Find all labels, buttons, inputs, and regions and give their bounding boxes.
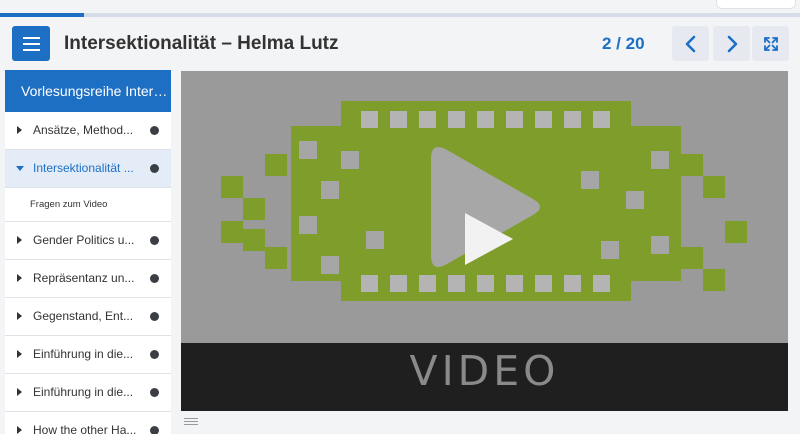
sidebar-item-label: Gender Politics u... xyxy=(33,233,135,247)
sidebar-item-label: Intersektionalität ... xyxy=(33,161,134,175)
sidebar-subitem[interactable]: Fragen zum Video xyxy=(5,188,171,222)
sidebar-heading[interactable]: Vorlesungsreihe Interdi... xyxy=(5,70,171,112)
video-caption: VIDEO xyxy=(409,347,560,395)
fullscreen-button[interactable] xyxy=(752,26,789,61)
caret-right-icon xyxy=(17,426,22,434)
sidebar-item-label: How the other Ha... xyxy=(33,423,137,434)
page-title: Intersektionalität – Helma Lutz xyxy=(64,33,339,54)
top-tab[interactable] xyxy=(716,0,796,9)
status-dot xyxy=(150,164,159,173)
caret-right-icon xyxy=(17,274,22,282)
caret-right-icon xyxy=(17,312,22,320)
sidebar-item[interactable]: Einführung in die... xyxy=(5,336,171,374)
sidebar-item-label: Einführung in die... xyxy=(33,347,134,361)
sidebar-item[interactable]: Einführung in die... xyxy=(5,374,171,412)
caret-right-icon xyxy=(17,126,22,134)
sidebar: Vorlesungsreihe Interdi... Ansätze, Meth… xyxy=(5,70,171,434)
status-dot xyxy=(150,350,159,359)
caret-right-icon xyxy=(17,388,22,396)
sidebar-item[interactable]: Repräsentanz un... xyxy=(5,260,171,298)
fullscreen-expand-icon xyxy=(763,36,778,51)
caret-right-icon xyxy=(17,350,22,358)
chevron-right-icon xyxy=(727,35,737,52)
video-player[interactable]: VIDEO xyxy=(181,71,788,411)
slide-counter: 2 / 20 xyxy=(602,34,645,53)
status-dot xyxy=(150,274,159,283)
presentation-viewer: Intersektionalität – Helma Lutz 2 / 20 V… xyxy=(0,0,800,434)
sidebar-item-label: Repräsentanz un... xyxy=(33,271,135,285)
status-dot xyxy=(150,126,159,135)
film-strip-graphic xyxy=(181,71,788,343)
sidebar-item[interactable]: Gender Politics u... xyxy=(5,222,171,260)
caret-down-icon xyxy=(16,166,24,171)
status-dot xyxy=(150,426,159,434)
sidebar-item-label: Einführung in die... xyxy=(33,385,134,399)
header: Intersektionalität – Helma Lutz 2 / 20 xyxy=(0,17,800,70)
resize-handle-icon[interactable] xyxy=(184,418,198,425)
status-dot xyxy=(150,312,159,321)
next-button[interactable] xyxy=(713,26,750,61)
sidebar-item[interactable]: Gegenstand, Ent... xyxy=(5,298,171,336)
sidebar-item[interactable]: How the other Ha... xyxy=(5,412,171,434)
caret-right-icon xyxy=(17,236,22,244)
sidebar-item-label: Ansätze, Method... xyxy=(33,123,134,137)
chevron-left-icon xyxy=(685,35,695,52)
status-dot xyxy=(150,236,159,245)
sidebar-item[interactable]: Ansätze, Method... xyxy=(5,112,171,150)
hamburger-icon[interactable] xyxy=(12,26,50,61)
sidebar-item-active[interactable]: Intersektionalität ... xyxy=(5,150,171,188)
previous-button[interactable] xyxy=(672,26,709,61)
sidebar-item-label: Gegenstand, Ent... xyxy=(33,309,134,323)
status-dot xyxy=(150,388,159,397)
